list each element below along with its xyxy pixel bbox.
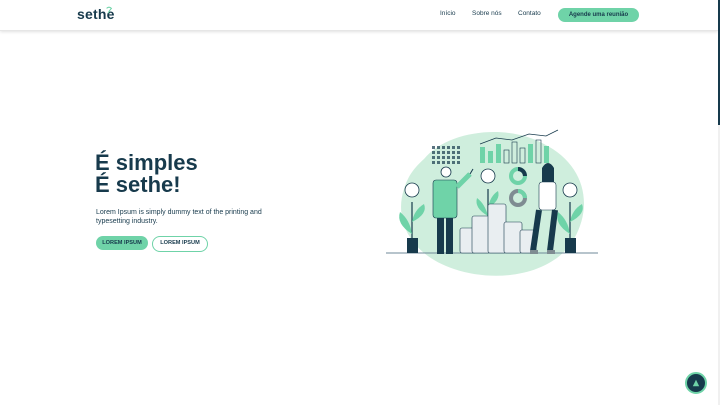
triangle-up-icon [692, 379, 700, 387]
hero-description: Lorem Ipsum is simply dummy text of the … [96, 209, 262, 225]
site-header: sethe Início Sobre nós Contato Agende um… [0, 0, 718, 31]
schedule-meeting-button[interactable]: Agende uma reunião [558, 8, 639, 22]
hero-secondary-button[interactable]: LOREM IPSUM [152, 236, 208, 252]
scroll-to-top-button[interactable] [685, 372, 707, 394]
hero-illustration [386, 129, 598, 276]
nav-link-inicio[interactable]: Início [440, 10, 456, 17]
hero-title: É simples É sethe! [95, 152, 198, 196]
hero-primary-button[interactable]: LOREM IPSUM [96, 236, 148, 250]
hero-title-line-1: É simples [95, 150, 198, 175]
nav-link-sobre-nos[interactable]: Sobre nós [472, 10, 502, 17]
logo-mark-icon [106, 6, 113, 14]
nav-link-contato[interactable]: Contato [518, 10, 541, 17]
hero-title-line-2: É sethe! [95, 172, 181, 197]
